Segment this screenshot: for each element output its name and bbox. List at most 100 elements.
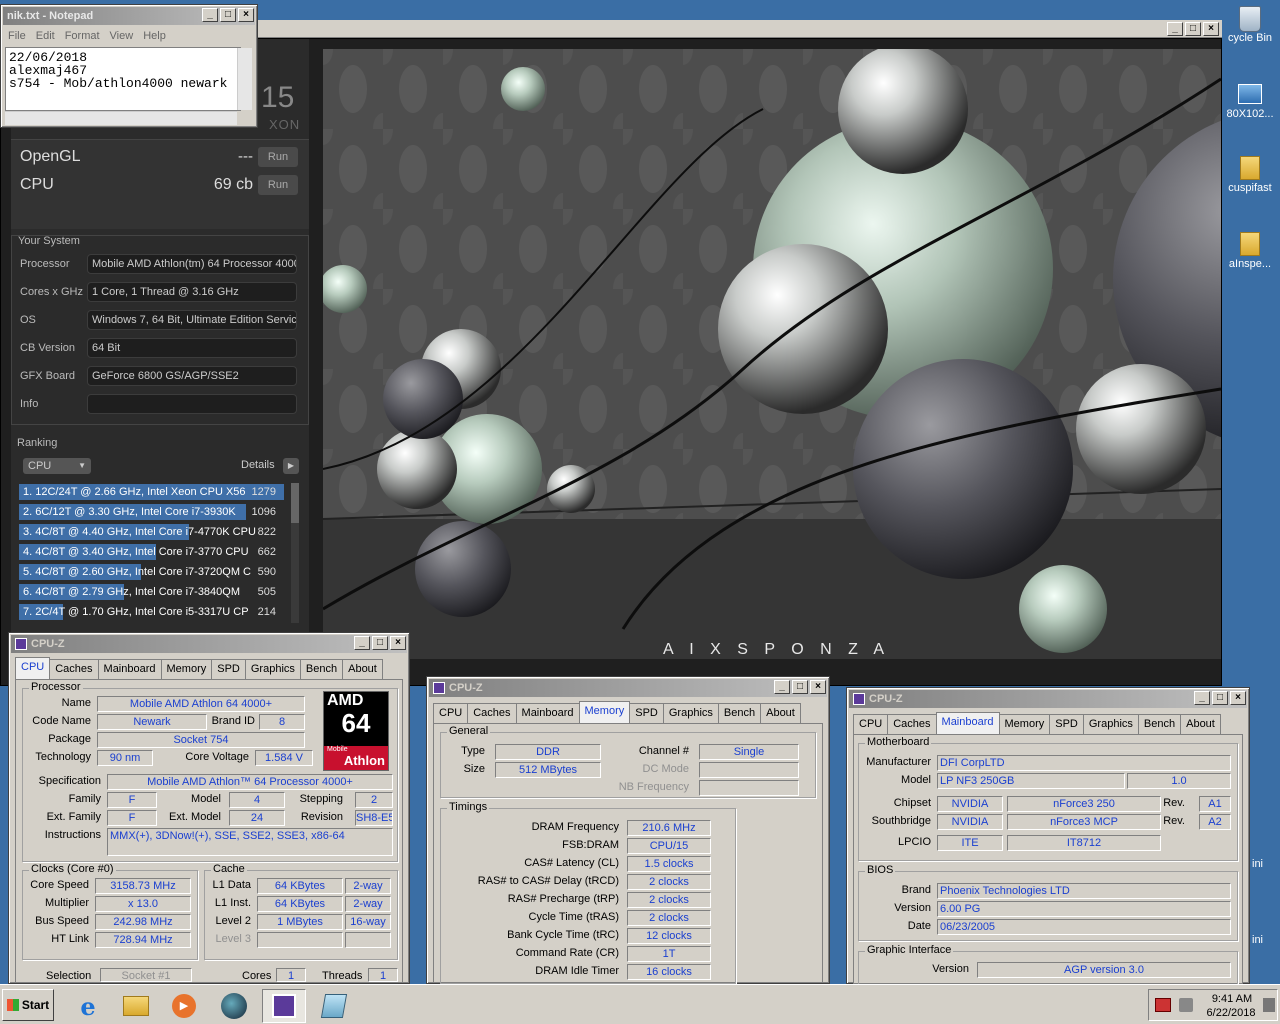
cpuz-mainboard-window: CPU-Z _ □ × CPU Caches Mainboard Memory … (846, 687, 1250, 985)
tab-cpu[interactable]: CPU (853, 714, 889, 734)
minimize-button[interactable]: _ (774, 680, 790, 694)
cpuz-cpu-window: CPU-Z _ □ × CPU Caches Mainboard Memory … (8, 632, 410, 984)
minimize-button[interactable]: _ (354, 636, 370, 650)
busspeed-label: Bus Speed (35, 915, 89, 927)
system-value: Windows 7, 64 Bit, Ultimate Edition Serv… (87, 310, 297, 330)
tab-memory[interactable]: Memory (160, 659, 213, 679)
menu-help[interactable]: Help (138, 27, 171, 45)
stepping-value: 2 (355, 792, 393, 808)
desktop-icon-image[interactable]: 80X102... (1222, 84, 1278, 120)
ranking-row[interactable]: 2. 6C/12T @ 3.30 GHz, Intel Core i7-3930… (19, 503, 284, 521)
close-button[interactable]: × (810, 680, 826, 694)
tab-about[interactable]: About (342, 659, 383, 679)
tab-spd[interactable]: SPD (211, 659, 246, 679)
taskbar-notepad[interactable] (312, 989, 356, 1023)
network-icon[interactable] (1155, 998, 1171, 1012)
tab-caches[interactable]: Caches (467, 703, 517, 723)
minimize-button[interactable]: _ (1167, 22, 1183, 36)
desktop-icon-recycle-bin[interactable]: cycle Bin (1222, 6, 1278, 44)
cores-value: 1 (276, 968, 306, 982)
motherboard-group: Motherboard Manufacturer DFI CorpLTD Mod… (858, 736, 1238, 861)
ranking-row[interactable]: 3. 4C/8T @ 4.40 GHz, Intel Core i7-4770K… (19, 523, 284, 541)
tab-about[interactable]: About (760, 703, 801, 723)
menu-view[interactable]: View (105, 27, 139, 45)
maximize-button[interactable]: □ (1212, 691, 1228, 705)
notepad-title: nik.txt - Notepad (7, 10, 94, 22)
maximize-button[interactable]: □ (1185, 22, 1201, 36)
taskbar-ie[interactable]: e (66, 989, 110, 1023)
name-value: Mobile AMD Athlon 64 4000+ (97, 696, 305, 712)
tab-mainboard[interactable]: Mainboard (97, 659, 162, 679)
ranking-row[interactable]: 6. 4C/8T @ 2.79 GHz, Intel Core i7-3840Q… (19, 583, 284, 601)
opengl-run-button[interactable]: Run (258, 147, 298, 167)
tab-about[interactable]: About (1180, 714, 1221, 734)
timing-value: 2 clocks (627, 892, 711, 908)
media-player-icon: ▶ (172, 994, 196, 1018)
notepad-hscrollbar[interactable] (5, 111, 237, 125)
timing-label: FSB:DRAM (562, 839, 619, 851)
menu-file[interactable]: File (3, 27, 31, 45)
show-desktop-icon[interactable] (1263, 998, 1275, 1012)
selection-dropdown[interactable]: Socket #1 (100, 968, 192, 982)
notepad-vscrollbar[interactable] (237, 48, 252, 110)
tab-memory[interactable]: Memory (998, 714, 1051, 734)
tab-spd[interactable]: SPD (629, 703, 664, 723)
minimize-button[interactable]: _ (202, 8, 218, 22)
brandid-value: 8 (259, 714, 305, 730)
ranking-scrollbar[interactable] (291, 483, 299, 623)
timing-label: Cycle Time (tRAS) (528, 911, 619, 923)
amd-athlon64-logo: AMD 64 Mobile Athlon (323, 691, 389, 771)
close-button[interactable]: × (1203, 22, 1219, 36)
cpuz-titlebar[interactable]: CPU-Z (849, 690, 1247, 708)
cpu-run-button[interactable]: Run (258, 175, 298, 195)
tab-graphics[interactable]: Graphics (244, 659, 301, 679)
chipset-rev-value: A1 (1199, 796, 1231, 812)
start-button[interactable]: Start (2, 989, 54, 1021)
close-button[interactable]: × (1230, 691, 1246, 705)
maximize-button[interactable]: □ (372, 636, 388, 650)
tab-bench[interactable]: Bench (717, 703, 762, 723)
cpuz-titlebar[interactable]: CPU-Z (11, 635, 407, 653)
tab-spd[interactable]: SPD (1049, 714, 1084, 734)
corespeed-label: Core Speed (30, 879, 89, 891)
ranking-row[interactable]: 7. 2C/4T @ 1.70 GHz, Intel Core i5-3317U… (19, 603, 284, 621)
ranking-row[interactable]: 1. 12C/24T @ 2.66 GHz, Intel Xeon CPU X5… (19, 483, 284, 501)
tab-caches[interactable]: Caches (49, 659, 99, 679)
taskbar-cpuz[interactable] (262, 989, 306, 1023)
menu-format[interactable]: Format (60, 27, 105, 45)
tab-caches[interactable]: Caches (887, 714, 937, 734)
desktop-icon-folder-1[interactable]: cuspifast (1222, 156, 1278, 194)
menu-edit[interactable]: Edit (31, 27, 60, 45)
htlink-value: 728.94 MHz (95, 932, 191, 948)
tab-memory[interactable]: Memory (578, 701, 631, 723)
processor-group-label: Processor (29, 681, 83, 693)
maximize-button[interactable]: □ (220, 8, 236, 22)
tab-cpu[interactable]: CPU (433, 703, 469, 723)
tab-cpu[interactable]: CPU (15, 657, 51, 679)
details-button[interactable]: ▶ (283, 458, 299, 474)
ranking-row[interactable]: 4. 4C/8T @ 3.40 GHz, Intel Core i7-3770 … (19, 543, 284, 561)
minimize-button[interactable]: _ (1194, 691, 1210, 705)
taskbar-cinebench[interactable] (212, 989, 256, 1023)
volume-muted-icon[interactable] (1179, 998, 1193, 1012)
tab-mainboard[interactable]: Mainboard (515, 703, 580, 723)
desktop-icon-folder-2[interactable]: aInspe... (1222, 232, 1278, 270)
graphic-version-value: AGP version 3.0 (977, 962, 1231, 978)
tab-graphics[interactable]: Graphics (662, 703, 719, 723)
taskbar-explorer[interactable] (114, 989, 158, 1023)
tab-bench[interactable]: Bench (299, 659, 344, 679)
maximize-button[interactable]: □ (792, 680, 808, 694)
ranking-row[interactable]: 5. 4C/8T @ 2.60 GHz, Intel Core i7-3720Q… (19, 563, 284, 581)
tab-graphics[interactable]: Graphics (1082, 714, 1139, 734)
tab-bench[interactable]: Bench (1137, 714, 1182, 734)
close-button[interactable]: × (390, 636, 406, 650)
notepad-text-area[interactable]: 22/06/2018 alexmaj467 s754 - Mob/athlon400… (5, 47, 241, 111)
ranking-dropdown[interactable]: CPU ▼ (23, 458, 91, 474)
system-info-field[interactable] (87, 394, 297, 414)
taskbar-media-player[interactable]: ▶ (162, 989, 206, 1023)
package-label: Package (48, 733, 91, 745)
tab-mainboard[interactable]: Mainboard (935, 712, 1000, 734)
close-button[interactable]: × (238, 8, 254, 22)
l1data-label: L1 Data (212, 879, 251, 891)
cpuz-titlebar[interactable]: CPU-Z (429, 679, 827, 697)
